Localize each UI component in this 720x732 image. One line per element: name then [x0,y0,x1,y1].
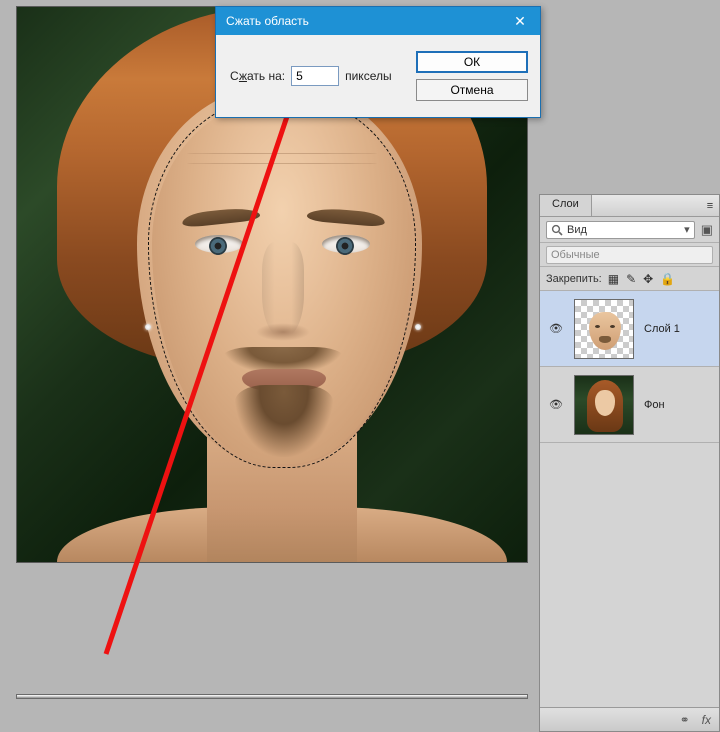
panel-menu-button[interactable]: ≡ [701,195,719,216]
lock-position-icon[interactable]: ✥ [643,273,653,285]
lock-label: Закрепить: [546,273,602,285]
forehead-lines [187,147,377,177]
filter-pixel-icon[interactable]: ▣ [701,222,713,238]
close-button[interactable]: ✕ [506,11,534,31]
layers-panel: Слои ≡ Вид ▾ ▣ Закрепить: ▦ ✎ ✥ 🔒 👁 Слой [539,194,720,732]
layer-thumbnail[interactable] [574,375,634,435]
earring-left [145,324,151,330]
panel-tabs: Слои ≡ [540,195,719,217]
contract-label: Сжать на: [230,69,285,83]
layer-name[interactable]: Слой 1 [644,323,711,335]
layer-row[interactable]: 👁 Фон [540,367,719,443]
dialog-titlebar[interactable]: Сжать область ✕ [216,7,540,35]
nose [262,242,304,337]
layer-name[interactable]: Фон [644,399,711,411]
layer-row[interactable]: 👁 Слой 1 [540,291,719,367]
layers-panel-footer: ⚭ fx [540,707,719,731]
filter-type-label: Вид [567,224,680,236]
eye-icon: 👁 [549,323,563,335]
eye-icon: 👁 [549,399,563,411]
eye-right [322,235,370,253]
fx-button[interactable]: fx [702,713,711,727]
visibility-toggle[interactable]: 👁 [548,322,564,335]
layer-thumbnail[interactable] [574,299,634,359]
chevron-down-icon: ▾ [684,223,690,236]
ok-button[interactable]: ОК [416,51,528,73]
visibility-toggle[interactable]: 👁 [548,398,564,411]
lock-transparency-icon[interactable]: ▦ [608,273,619,285]
tab-layers[interactable]: Слои [540,195,592,216]
close-icon: ✕ [514,13,526,30]
contract-selection-dialog: Сжать область ✕ Сжать на: пикселы ОК Отм… [215,6,541,118]
layer-filter-type[interactable]: Вид ▾ [546,221,695,239]
layers-list: 👁 Слой 1 👁 Фон [540,291,719,707]
eye-left [195,235,243,253]
blend-mode-select[interactable] [546,246,713,264]
lock-brush-icon[interactable]: ✎ [626,273,636,285]
earring-right [415,324,421,330]
menu-icon: ≡ [707,200,713,212]
scrollbar-bottom[interactable] [16,694,528,699]
link-layers-icon[interactable]: ⚭ [680,713,690,727]
dialog-title: Сжать область [226,14,309,28]
lock-all-icon[interactable]: 🔒 [660,273,675,285]
contract-amount-input[interactable] [291,66,339,86]
search-icon [551,224,563,236]
cancel-button[interactable]: Отмена [416,79,528,101]
units-label: пикселы [345,69,392,83]
